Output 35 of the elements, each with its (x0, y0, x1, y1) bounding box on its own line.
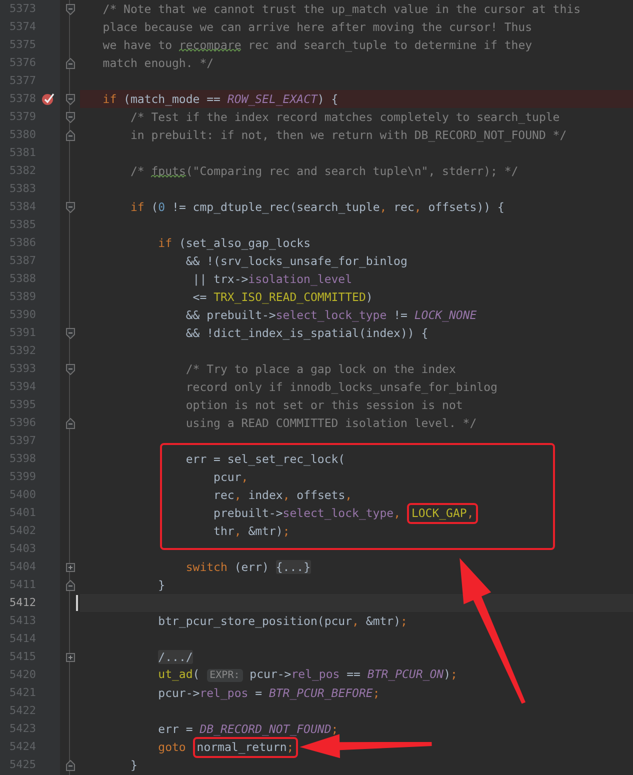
code-line: && !dict_index_is_spatial(index)) { (184, 325, 428, 342)
code-line: rec, index, offsets, (212, 487, 352, 504)
code-line: switch (err) {...} (184, 559, 310, 576)
code-line: err = sel_set_rec_lock( (184, 451, 346, 468)
code-line: prebuilt->select_lock_type, (212, 505, 402, 522)
code-line: err = DB_RECORD_NOT_FOUND; (157, 721, 338, 738)
code-line: thr, &mtr); (212, 523, 290, 540)
code-line: record only if innodb_locks_unsafe_for_binlog (184, 379, 498, 396)
code-line: && prebuilt->select_lock_type != LOCK_NONE (184, 307, 477, 324)
code-line: /* Note that we cannot trust the up_match value in the cursor at this (102, 1, 580, 18)
code-line: && !(srv_locks_unsafe_for_binlog (184, 253, 408, 270)
code-line: place because we can arrive here after moving the cursor! Thus (102, 19, 532, 36)
code-line: if (set_also_gap_locks (157, 235, 310, 252)
code-line: <= TRX_ISO_READ_COMMITTED) (192, 289, 373, 306)
code-line: } (157, 577, 166, 594)
annotated-code: LOCK_GAP, (407, 502, 478, 524)
code-line: in prebuilt: if not, then we return with DB_RECORD_NOT_FOUND */ (129, 127, 567, 144)
code-line: we have to recompare rec and search_tuple to determine if they (102, 37, 532, 54)
code-line: /* fputs("Comparing rec and search tuple\n", stderr); */ (129, 163, 518, 180)
line-number: 5412 (8, 595, 36, 611)
code-line: if (0 != cmp_dtuple_rec(search_tuple, rec, offsets)) { (129, 199, 504, 216)
code-line: using a READ COMMITTED isolation level. */ (184, 415, 477, 432)
code-line: ut_ad( EXPR: pcur->rel_pos == BTR_PCUR_ON); (157, 666, 458, 684)
code-line: pcur->rel_pos = BTR_PCUR_BEFORE; (157, 685, 380, 702)
code-line: btr_pcur_store_position(pcur, &mtr); (157, 613, 408, 630)
code-line: option is not set or this session is not (184, 397, 463, 414)
code-line: pcur, (212, 469, 248, 486)
code-line: match enough. */ (102, 55, 214, 72)
code-line: goto (157, 739, 187, 756)
code-line: /* Try to place a gap lock on the index (184, 361, 456, 378)
code-line: } (129, 757, 138, 774)
code-line: if (match_mode == ROW_SEL_EXACT) { (102, 91, 338, 108)
annotated-code: normal_return; (192, 736, 298, 758)
code-line: || trx->isolation_level (192, 271, 352, 288)
code-line: /* Test if the index record matches completely to search_tuple (129, 109, 560, 126)
